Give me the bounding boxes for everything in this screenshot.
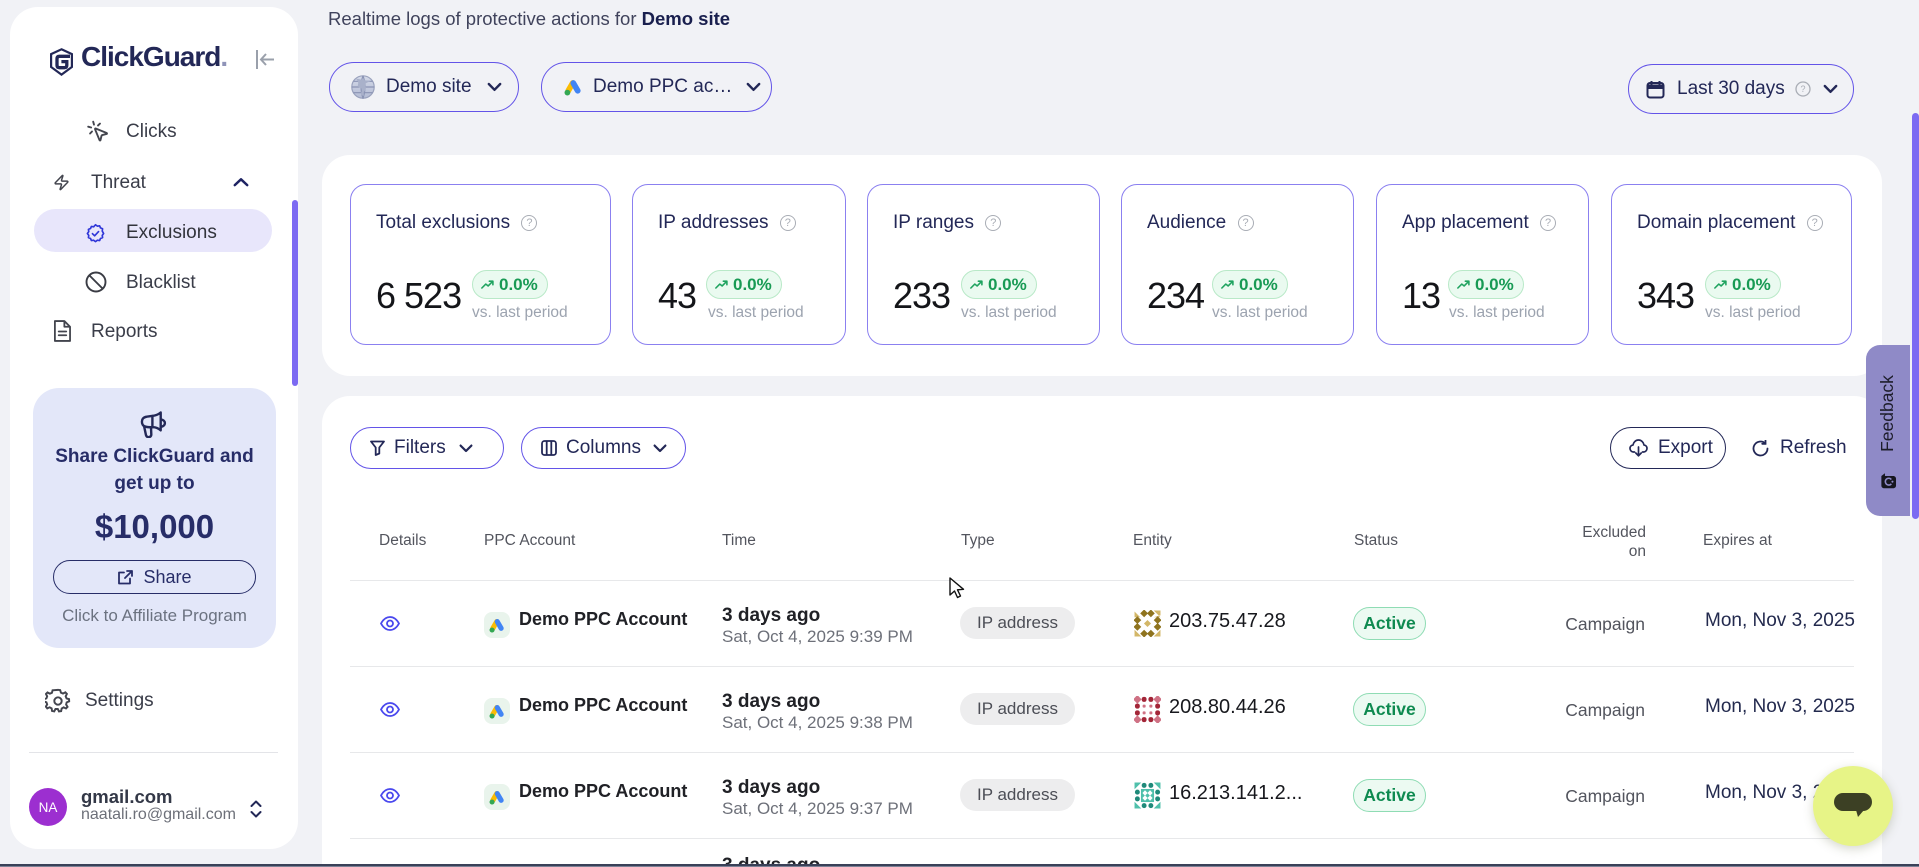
svg-text:?: ? [1800,84,1805,94]
